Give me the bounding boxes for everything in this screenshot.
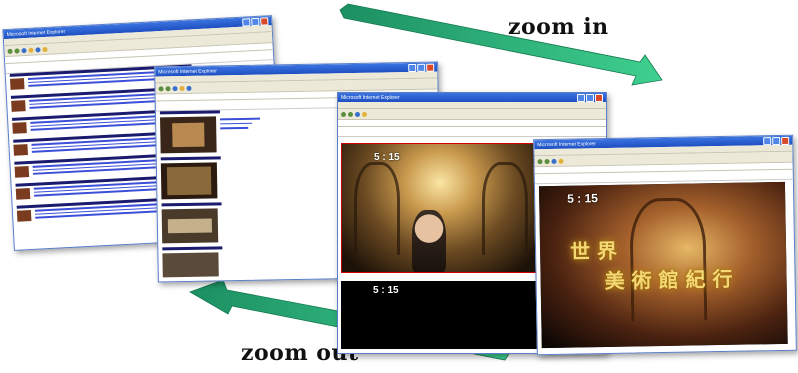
maximize-icon[interactable] bbox=[772, 136, 781, 145]
home-icon[interactable] bbox=[179, 85, 185, 91]
window-title: Microsoft Internet Explorer bbox=[341, 94, 400, 101]
person-figure bbox=[412, 210, 446, 272]
thumbnail[interactable] bbox=[162, 252, 219, 278]
back-icon[interactable] bbox=[537, 158, 543, 164]
video-title-line1: 世 界 bbox=[569, 238, 618, 264]
forward-icon[interactable] bbox=[544, 158, 550, 164]
minimize-icon[interactable] bbox=[763, 136, 772, 145]
browser-window-4: Microsoft Internet Explorer 5 : 15 世 界 美… bbox=[533, 134, 797, 356]
video-timecode: 5 : 15 bbox=[374, 152, 400, 163]
thumbnail[interactable] bbox=[160, 116, 217, 154]
minimize-icon[interactable] bbox=[408, 63, 417, 72]
video-title-line2: 美 術 館 紀 行 bbox=[604, 266, 733, 294]
home-icon[interactable] bbox=[558, 158, 564, 164]
nav-tabs bbox=[338, 127, 606, 137]
back-icon[interactable] bbox=[341, 111, 346, 117]
refresh-icon[interactable] bbox=[355, 111, 360, 117]
thumbnail[interactable] bbox=[161, 208, 219, 244]
home-icon[interactable] bbox=[28, 47, 34, 53]
video-timecode: 5 : 15 bbox=[373, 285, 399, 296]
forward-icon[interactable] bbox=[165, 85, 171, 91]
window-titlebar: Microsoft Internet Explorer bbox=[338, 93, 606, 102]
back-icon[interactable] bbox=[158, 85, 164, 91]
video-timecode: 5 : 15 bbox=[567, 191, 598, 206]
forward-icon[interactable] bbox=[14, 47, 20, 54]
zoom-illustration: zoom in zoom out Microsoft Internet Expl… bbox=[0, 0, 798, 373]
refresh-icon[interactable] bbox=[21, 47, 27, 53]
home-icon[interactable] bbox=[362, 111, 367, 117]
video-frame[interactable]: 5 : 15 世 界 美 術 館 紀 行 bbox=[538, 181, 788, 349]
maximize-icon[interactable] bbox=[417, 63, 426, 72]
video-frame[interactable]: 5 : 15 bbox=[341, 143, 539, 273]
forward-icon[interactable] bbox=[348, 111, 353, 117]
back-icon[interactable] bbox=[7, 48, 13, 54]
minimize-icon[interactable] bbox=[577, 93, 585, 102]
thumbnail[interactable] bbox=[160, 162, 218, 200]
search-icon[interactable] bbox=[186, 85, 192, 91]
close-icon[interactable] bbox=[426, 63, 435, 72]
close-icon[interactable] bbox=[595, 93, 603, 102]
maximize-icon[interactable] bbox=[586, 93, 594, 102]
minimize-icon[interactable] bbox=[242, 17, 251, 27]
close-icon[interactable] bbox=[260, 16, 269, 26]
refresh-icon[interactable] bbox=[551, 158, 557, 164]
zoom-in-label: zoom in bbox=[508, 14, 609, 40]
toolbar bbox=[338, 109, 606, 120]
address-bar[interactable] bbox=[338, 120, 606, 127]
menu-bar bbox=[338, 102, 606, 109]
search-icon[interactable] bbox=[35, 46, 41, 53]
maximize-icon[interactable] bbox=[251, 17, 260, 26]
favorites-icon[interactable] bbox=[42, 46, 48, 52]
close-icon[interactable] bbox=[781, 136, 790, 145]
video-frame[interactable]: 5 : 15 bbox=[341, 281, 537, 349]
refresh-icon[interactable] bbox=[172, 85, 178, 91]
